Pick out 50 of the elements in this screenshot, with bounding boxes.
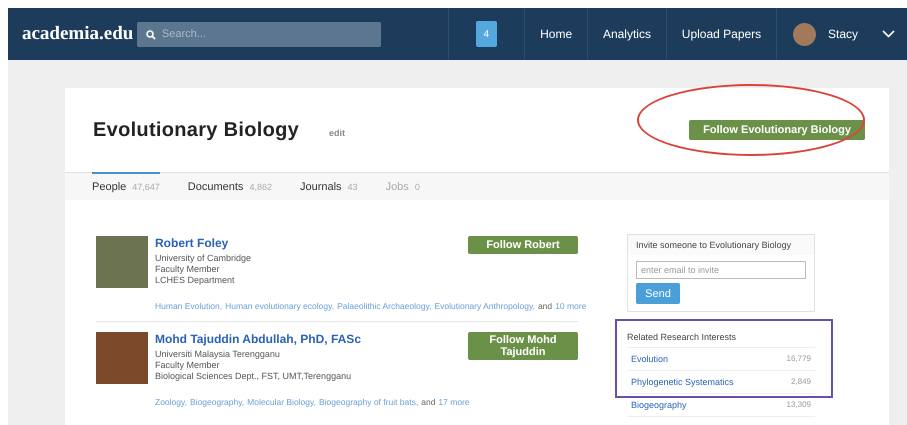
role: Faculty Member (155, 360, 221, 371)
person-name[interactable]: Robert Foley (155, 236, 461, 250)
affiliation: Universiti Malaysia Terengganu (155, 349, 281, 360)
related-interest-link[interactable]: Evolution (631, 354, 668, 364)
related-interests-title: Related Research Interests (627, 312, 815, 348)
department: Biological Sciences Dept., FST, UMT,Terengganu (155, 371, 352, 382)
nav-link[interactable]: Analytics (588, 8, 666, 60)
tab[interactable]: Journals 43 (300, 172, 358, 200)
follow-person-button[interactable]: Follow Mohd Tajuddin (468, 332, 578, 360)
department: LCHES Department (155, 275, 236, 286)
related-interest-count: 2,849 (790, 377, 811, 387)
chevron-down-icon[interactable] (882, 30, 895, 38)
nav-link[interactable]: Upload Papers (666, 8, 776, 60)
and-text: and (538, 301, 552, 311)
related-interest-count: 16,779 (786, 354, 811, 364)
tab[interactable]: People 47,647 (92, 172, 160, 200)
follow-topic-button[interactable]: Follow Evolutionary Biology (689, 120, 865, 140)
interest-link[interactable]: Molecular Biology, (247, 397, 316, 407)
more-link[interactable]: 17 more (438, 397, 470, 407)
user-avatar[interactable] (792, 22, 816, 46)
search-icon (146, 30, 156, 40)
related-interest-link[interactable]: Biogeography (631, 400, 687, 410)
notification-badge[interactable]: 4 (476, 21, 497, 47)
interest-link[interactable]: Biogeography of fruit bats, (319, 397, 418, 407)
related-interest-count: 13,309 (786, 400, 811, 410)
interest-link[interactable]: Palaeolithic Archaeology, (337, 301, 432, 311)
nav-link[interactable]: Home (525, 8, 588, 60)
and-text: and (421, 397, 436, 407)
role: Faculty Member (155, 264, 221, 275)
user-name[interactable]: Stacy (828, 27, 858, 41)
email-field[interactable]: enter email to invite (636, 261, 806, 279)
edit-link[interactable]: edit (329, 128, 346, 138)
related-interest-link[interactable]: Phylogenetic Systematics (631, 377, 734, 387)
interest-link[interactable]: Human Evolution, (155, 301, 222, 311)
send-button[interactable]: Send (636, 283, 680, 304)
photo-placeholder (96, 236, 148, 288)
interest-link[interactable]: Biogeography, (190, 397, 244, 407)
tab[interactable]: Documents 4,862 (188, 172, 272, 200)
invite-title: Invite someone to Evolutionary Biology (628, 235, 814, 255)
topic-title: Evolutionary Biology (93, 118, 300, 142)
interest-link[interactable]: Human evolutionary ecology, (225, 301, 334, 311)
more-link[interactable]: 10 more (555, 301, 586, 311)
search-field[interactable]: Search... (136, 22, 381, 46)
follow-person-button[interactable]: Follow Robert (468, 236, 578, 254)
interest-link[interactable]: Evolutionary Anthropology, (434, 301, 535, 311)
logo[interactable]: academia.edu (22, 23, 137, 45)
affiliation: University of Cambridge (155, 253, 252, 264)
photo-placeholder (96, 332, 148, 384)
person-name[interactable]: Mohd Tajuddin Abdullah, PhD, FASc (155, 332, 461, 346)
interest-link[interactable]: Zoology, (155, 397, 187, 407)
